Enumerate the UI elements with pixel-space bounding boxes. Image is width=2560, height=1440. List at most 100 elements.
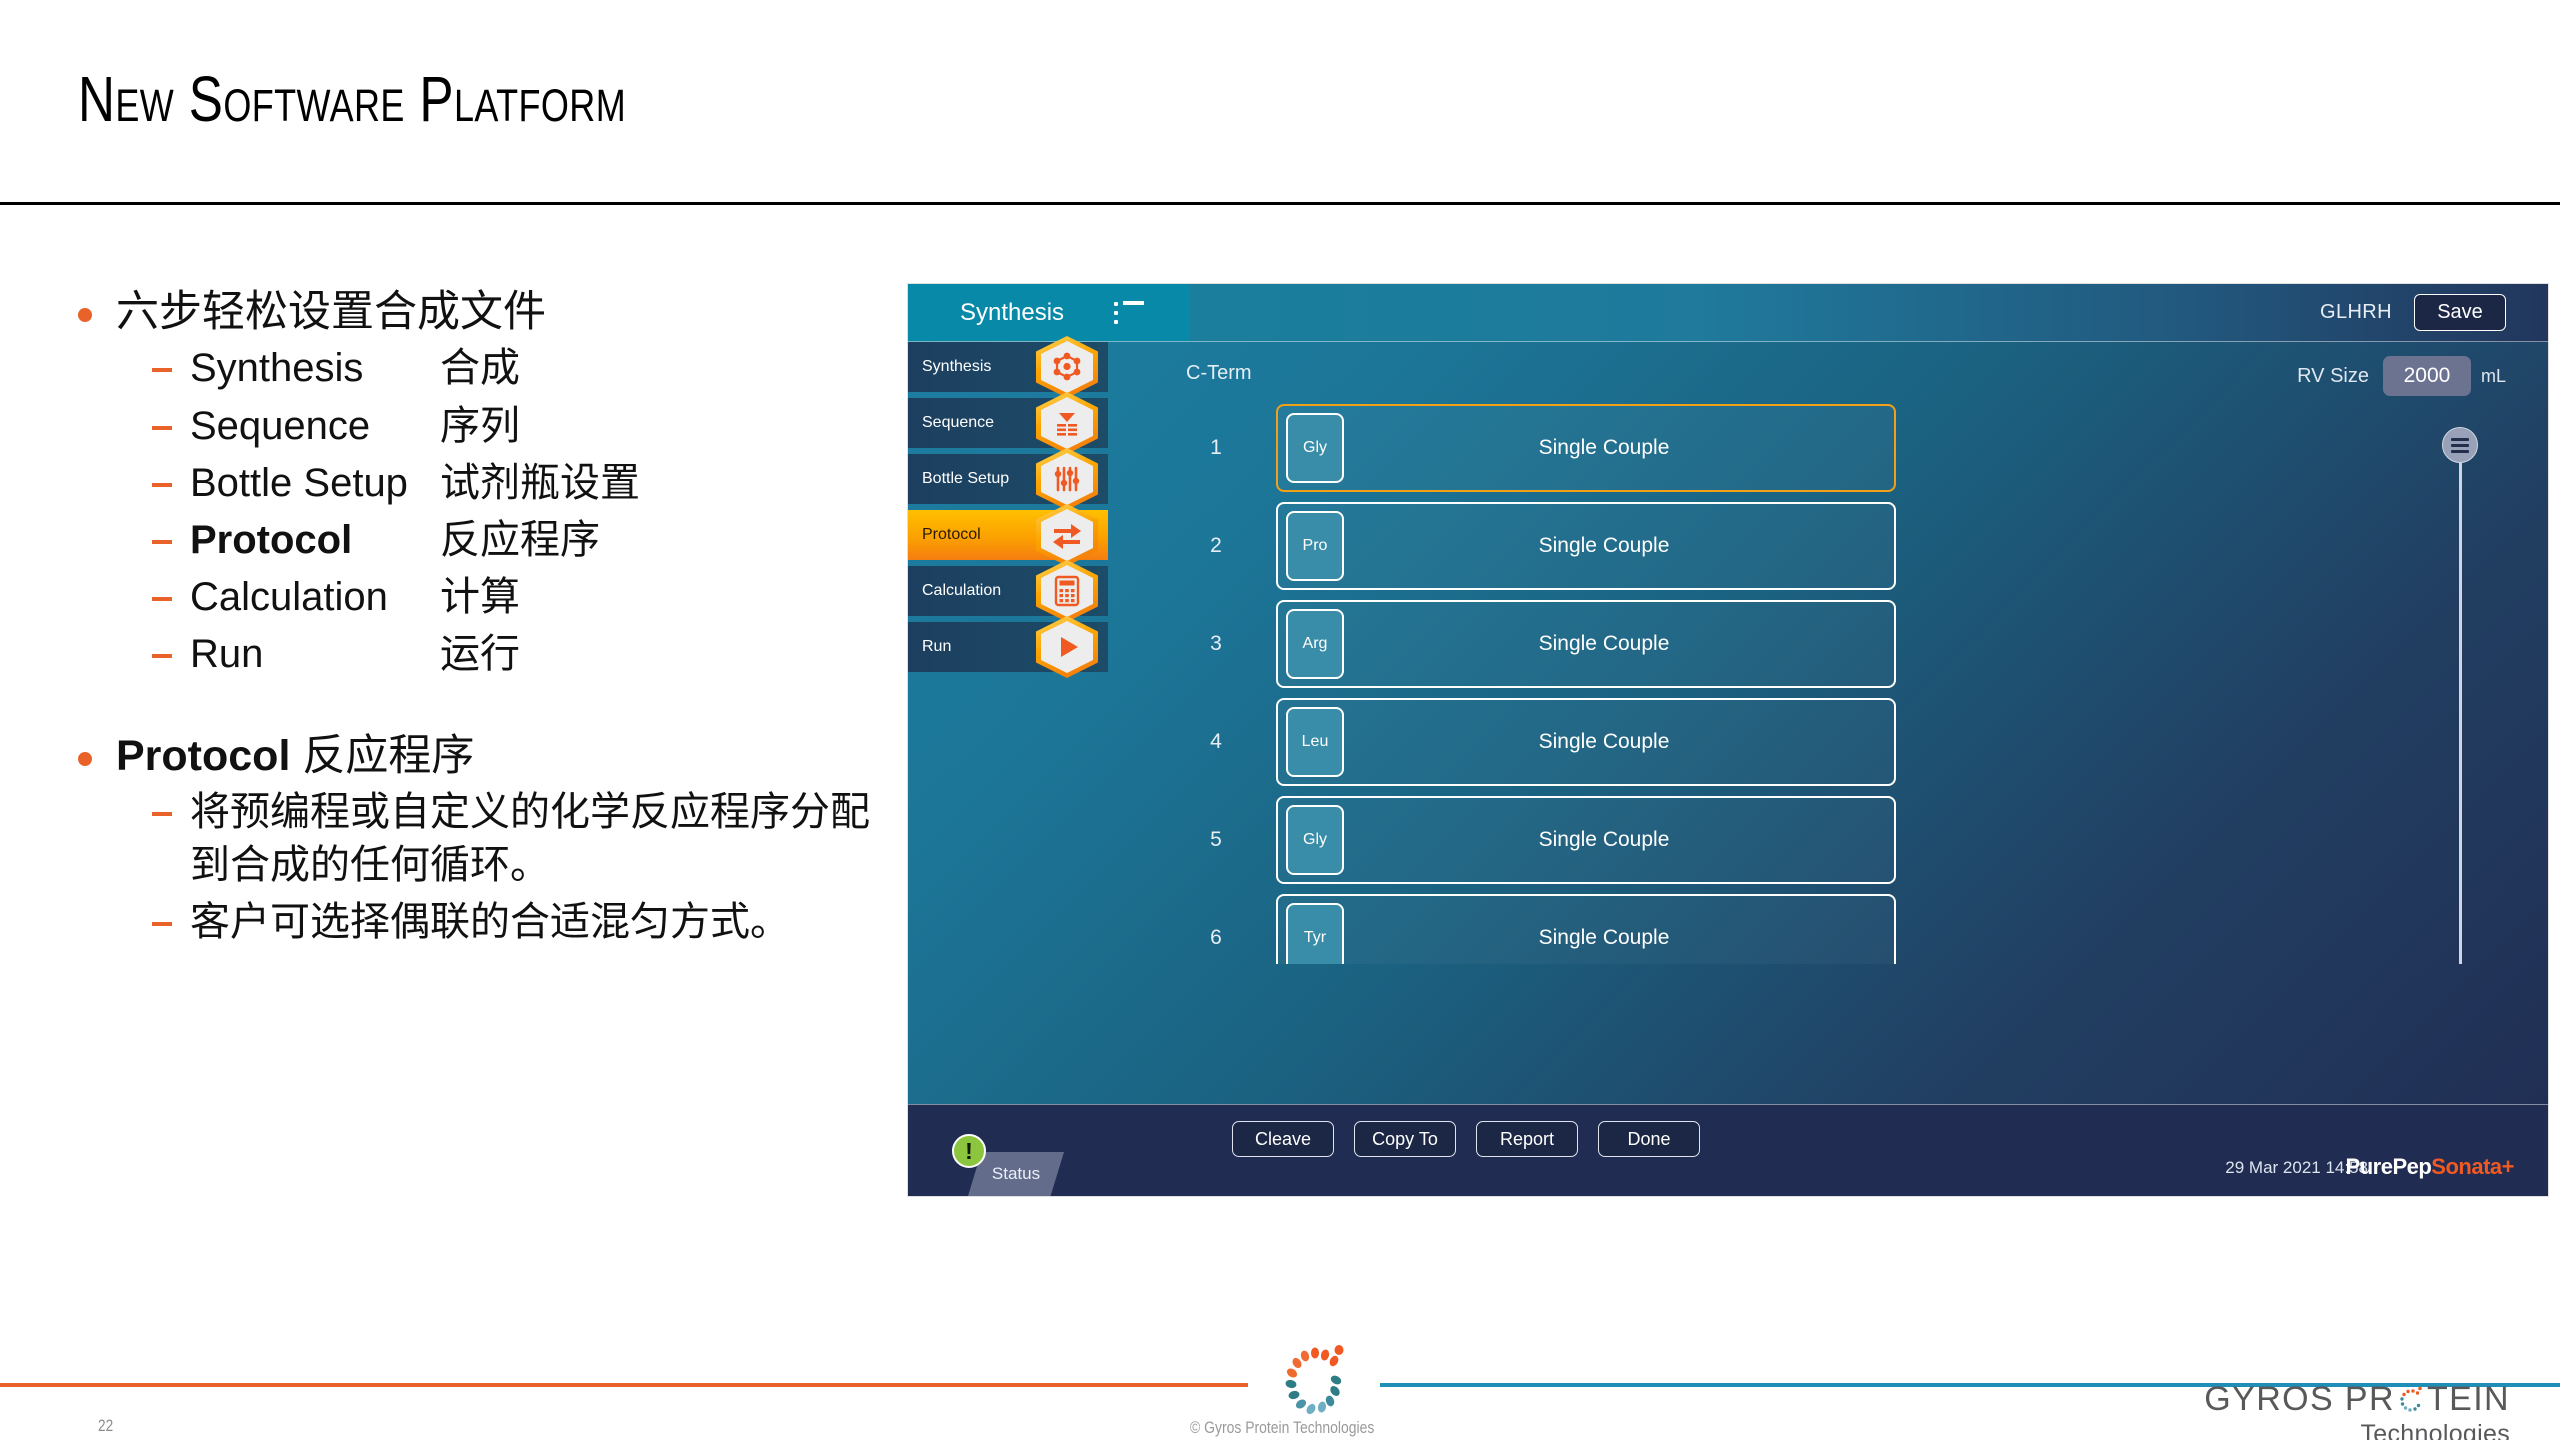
dash-icon [152, 425, 172, 430]
purepep-sonata-logo: PurePepSonata+ [2346, 1154, 2515, 1180]
residue-chip[interactable]: Arg [1286, 609, 1344, 679]
dash-icon [152, 540, 172, 545]
sequence-rows-list: 1 Gly Single Couple 2 Pro Single Couple … [1166, 404, 2366, 964]
status-alert-icon[interactable]: ! [952, 1134, 986, 1168]
row-index: 1 [1210, 436, 1222, 459]
dash-icon [152, 597, 172, 602]
dash-icon [152, 922, 172, 927]
molecule-icon [1036, 336, 1098, 398]
sequence-card[interactable]: Leu Single Couple [1276, 698, 1896, 786]
scrollbar-thumb[interactable] [2442, 427, 2478, 463]
dash-icon [152, 482, 172, 487]
bullet-heading-text: 六步轻松设置合成文件 [116, 288, 546, 336]
sub-bullet-run: Run 运行 [70, 628, 900, 681]
sub-bullet-en: Protocol [190, 518, 353, 563]
sidebar-item-label: Calculation [922, 582, 1002, 599]
sidebar-item-run[interactable]: Run [908, 616, 1108, 678]
sequence-card[interactable]: Arg Single Couple [1276, 600, 1896, 688]
table-row[interactable]: 1 Gly Single Couple [1166, 404, 2366, 492]
coupling-label: Single Couple [1538, 828, 1670, 851]
sub-bullet-en: Run [190, 632, 264, 677]
residue-chip[interactable]: Gly [1286, 805, 1344, 875]
sub-bullet-protocol-desc-1: 将预编程或自定义的化学反应程序分配到合成的任何循环。 [70, 786, 900, 892]
table-row[interactable]: 5 Gly Single Couple [1166, 796, 2366, 884]
rv-size-label: RV Size [2297, 364, 2369, 387]
table-row[interactable]: 2 Pro Single Couple [1166, 502, 2366, 590]
sequence-card[interactable]: Gly Single Couple [1276, 404, 1896, 492]
sub-bullet-protocol-desc-2: 客户可选择偶联的合适混匀方式。 [70, 896, 900, 949]
bullet-group-1-heading: 六步轻松设置合成文件 [70, 286, 900, 338]
sidebar-item-calculation[interactable]: Calculation [908, 560, 1108, 622]
sidebar-item-label: Synthesis [922, 358, 992, 375]
sidebar-item-protocol[interactable]: Protocol [908, 504, 1108, 566]
row-index: 6 [1210, 926, 1222, 949]
report-button[interactable]: Report [1476, 1121, 1578, 1157]
rv-size-input[interactable]: 2000 [2382, 356, 2471, 396]
dash-icon [152, 368, 172, 373]
save-button[interactable]: Save [2414, 294, 2506, 331]
row-index: 3 [1210, 632, 1222, 655]
bullet2-heading-rest: 反应程序 [290, 731, 475, 780]
residue-chip[interactable]: Tyr [1286, 903, 1344, 964]
logo-text-gyros-pr: GYROS PR [2204, 1380, 2395, 1418]
sub-bullet-en: Bottle Setup [190, 460, 408, 505]
app-header-tab-synthesis[interactable]: Synthesis [908, 284, 1190, 341]
logo-line-2: Technologies [2360, 1419, 2510, 1440]
status-label: Status [991, 1164, 1041, 1183]
title-divider [0, 202, 2560, 205]
residue-chip[interactable]: Gly [1286, 413, 1344, 483]
sub-bullet-protocol: Protocol 反应程序 [70, 514, 900, 567]
sub-bullet-zh: 试剂瓶设置 [440, 460, 640, 505]
sub-bullet-en: Synthesis [190, 346, 364, 391]
dash-icon [152, 812, 172, 817]
row-index: 2 [1210, 534, 1222, 557]
done-button[interactable]: Done [1598, 1121, 1700, 1157]
residue-chip[interactable]: Leu [1286, 707, 1344, 777]
app-sidebar: Synthesis Sequence Bottle Setup Protocol… [908, 336, 1108, 678]
coupling-label: Single Couple [1538, 730, 1670, 753]
row-index: 5 [1210, 828, 1222, 851]
coupling-label: Single Couple [1538, 926, 1670, 949]
sidebar-item-label: Sequence [922, 414, 995, 431]
logo-line-1: GYROS PR TEIN [2204, 1380, 2510, 1418]
c-term-label: C-Term [1186, 362, 1252, 384]
table-row[interactable]: 3 Arg Single Couple [1166, 600, 2366, 688]
footer-rule-left [0, 1383, 1248, 1387]
copy-to-button[interactable]: Copy To [1354, 1121, 1456, 1157]
sub-bullet-zh: 合成 [440, 346, 520, 391]
sidebar-item-synthesis[interactable]: Synthesis [908, 336, 1108, 398]
sub-bullet-calculation: Calculation 计算 [70, 571, 900, 624]
cleave-button[interactable]: Cleave [1232, 1121, 1334, 1157]
list-menu-icon[interactable] [1114, 300, 1145, 325]
sub-bullet-zh: 反应程序 [440, 518, 600, 563]
software-screenshot: Synthesis GLHRH Save RV Size 2000 mL Syn… [908, 284, 2548, 1196]
table-row[interactable]: 4 Leu Single Couple [1166, 698, 2366, 786]
sub-bullet-sequence: Sequence 序列 [70, 400, 900, 453]
gyros-protein-technologies-logo: GYROS PR TEIN Technologies [2204, 1380, 2510, 1440]
sidebar-item-bottle-setup[interactable]: Bottle Setup [908, 448, 1108, 510]
sidebar-item-sequence[interactable]: Sequence [908, 392, 1108, 454]
calculator-icon [1036, 560, 1098, 622]
arrows-icon [1036, 504, 1098, 566]
logo-part-sonata: Sonata+ [2431, 1154, 2514, 1179]
sequence-card[interactable]: Pro Single Couple [1276, 502, 1896, 590]
sub-bullet-zh: 计算 [440, 575, 520, 620]
sub-bullet-zh: 序列 [440, 403, 520, 448]
dash-icon [152, 654, 172, 659]
sequence-card[interactable]: Tyr Single Couple [1276, 894, 1896, 964]
sub-bullet-bottle-setup: Bottle Setup 试剂瓶设置 [70, 457, 900, 510]
slide: New Software Platform 六步轻松设置合成文件 Synthes… [0, 0, 2560, 1440]
residue-chip[interactable]: Pro [1286, 511, 1344, 581]
coupling-label: Single Couple [1538, 632, 1670, 655]
table-row[interactable]: 6 Tyr Single Couple [1166, 894, 2366, 964]
page-number: 22 [98, 1416, 114, 1435]
coupling-label: Single Couple [1538, 534, 1670, 557]
sequence-card[interactable]: Gly Single Couple [1276, 796, 1896, 884]
scrollbar-track[interactable] [2459, 444, 2462, 964]
bullet-dot-icon [78, 308, 92, 322]
dotted-o-icon [2400, 1386, 2422, 1412]
sliders-icon [1036, 448, 1098, 510]
app-header-right: GLHRH Save [2320, 284, 2506, 341]
app-footer-buttons: Cleave Copy To Report Done [1232, 1121, 1700, 1157]
